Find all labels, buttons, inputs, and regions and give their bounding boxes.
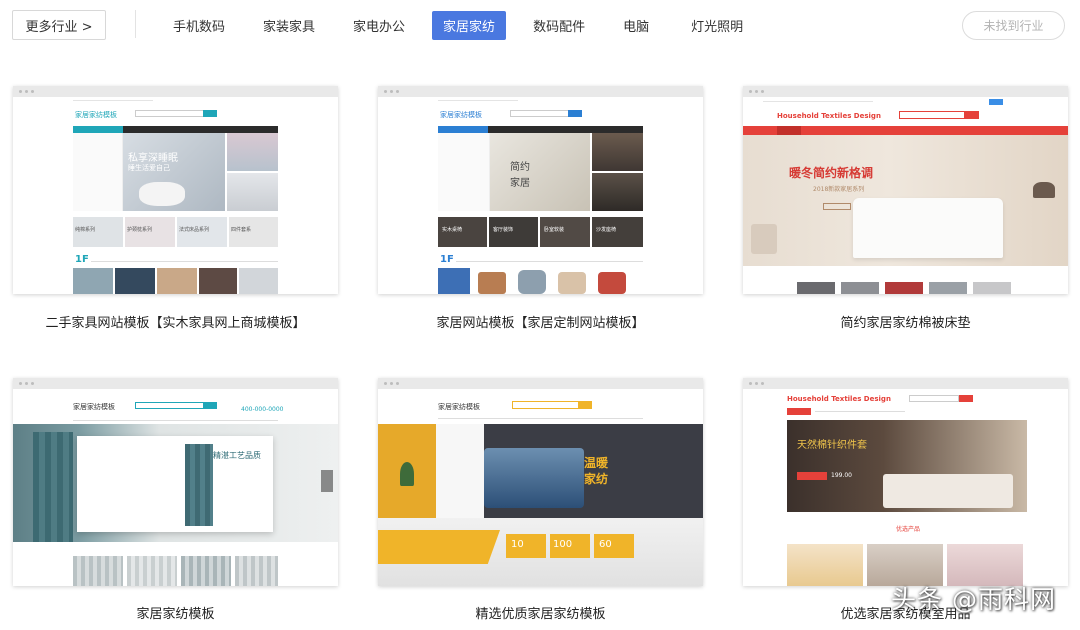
tab-category[interactable]: 数码配件	[522, 11, 596, 40]
mock-floor-label: 1F	[440, 254, 454, 265]
browser-chrome	[13, 86, 338, 97]
mock-tile-label: 沙发座椅	[596, 227, 617, 233]
mock-coupon-value: 10	[511, 539, 524, 550]
mock-search-box	[909, 395, 959, 402]
mock-tile-label: 护颈枕系列	[127, 227, 153, 233]
mock-logo: Household Textiles Design	[777, 112, 881, 120]
template-title[interactable]: 简约家居家纺棉被床垫	[723, 312, 1080, 331]
mock-banner	[490, 133, 590, 211]
watermark-text: 头条 @雨科网	[891, 585, 1056, 614]
mock-coupon-value: 100	[553, 539, 573, 550]
tab-category[interactable]: 手机数码	[162, 11, 236, 40]
template-thumbnail[interactable]: Household Textiles Design 天然棉针织件套 199.00…	[743, 378, 1068, 586]
browser-chrome	[743, 86, 1068, 97]
mock-banner-title: 简约	[510, 162, 530, 173]
mock-coupon-value: 60	[599, 539, 612, 550]
mock-search-box	[512, 401, 582, 409]
mock-side-menu	[73, 133, 123, 211]
mock-banner-title: 私享深睡眠	[128, 153, 178, 164]
browser-chrome	[378, 86, 703, 97]
tab-category[interactable]: 电脑	[612, 11, 660, 40]
template-thumbnail[interactable]: Household Textiles Design 暖冬简约新格调 2018新款…	[743, 86, 1068, 294]
mock-tile-label: 客厅装饰	[493, 227, 514, 233]
tab-category[interactable]: 家电办公	[342, 11, 416, 40]
tab-category[interactable]: 灯光照明	[680, 11, 754, 40]
tab-category-active[interactable]: 家居家纺	[432, 11, 507, 40]
mock-banner-subtitle: 家居	[510, 178, 530, 189]
mock-banner-price: 199.00	[831, 472, 852, 479]
template-thumbnail[interactable]: 家居家纺模板 温暖 家纺 10 100 60	[378, 378, 703, 586]
mock-tile-label: 纯棉系列	[75, 227, 96, 233]
mock-logo: 家居家纺模板	[73, 403, 115, 411]
template-thumbnail[interactable]: 家居家纺模板 简约 家居 实木桌椅 客厅装饰 卧室软装 沙发座椅 1F	[378, 86, 703, 294]
template-thumbnail[interactable]: 家居家纺模板 400-000-0000 精湛工艺品质	[13, 378, 338, 586]
mock-tile-label: 四件套系	[231, 227, 252, 233]
divider	[135, 10, 136, 38]
mock-phone: 400-000-0000	[241, 406, 284, 413]
mock-tile-label: 实木桌椅	[442, 227, 463, 233]
mock-tile-label: 法式床品系列	[179, 227, 210, 233]
mock-floor-label: 1F	[75, 254, 89, 265]
more-industries-label: 更多行业 >	[25, 19, 93, 35]
template-title[interactable]: 二手家具网站模板【实木家具网上商城模板】	[0, 312, 358, 331]
category-tabs: 手机数码 家装家具 家电办公 家居家纺 数码配件 电脑 灯光照明	[162, 11, 770, 40]
template-thumbnail[interactable]: 家居家纺模板 私享深睡眠 睡生活爱自己 纯棉系列 护颈枕系列 法式床品系列 四件…	[13, 86, 338, 294]
browser-chrome	[743, 378, 1068, 389]
mock-search-box	[899, 111, 965, 119]
mock-banner-title: 天然棉针织件套	[797, 440, 867, 451]
mock-logo: 家居家纺模板	[440, 111, 482, 119]
template-title[interactable]: 家居网站模板【家居定制网站模板】	[358, 312, 723, 331]
mock-nav-bar	[787, 408, 811, 415]
more-industries-button[interactable]: 更多行业 >	[12, 10, 106, 40]
tab-category[interactable]: 家装家具	[252, 11, 326, 40]
template-title[interactable]: 精选优质家居家纺模板	[358, 603, 723, 622]
mock-banner-title: 精湛工艺品质	[213, 451, 261, 460]
industry-not-found-button[interactable]: 未找到行业	[962, 11, 1065, 40]
mock-logo: Household Textiles Design	[787, 395, 891, 403]
mock-section-title: 优选产品	[896, 526, 921, 533]
mock-banner-title: 暖冬简约新格调	[789, 166, 874, 180]
mock-logo: 家居家纺模板	[438, 403, 480, 411]
template-title[interactable]: 家居家纺模板	[0, 603, 358, 622]
mock-logo: 家居家纺模板	[75, 111, 117, 119]
mock-banner-subtitle: 睡生活爱自己	[128, 164, 170, 172]
mock-banner-title: 温暖	[584, 456, 609, 470]
mock-banner-subtitle: 2018新款家居系列	[813, 186, 865, 193]
industry-filter-bar: 更多行业 > 手机数码 家装家具 家电办公 家居家纺 数码配件 电脑 灯光照明 …	[0, 0, 1080, 52]
mock-banner-subtitle: 家纺	[584, 472, 609, 486]
browser-chrome	[378, 378, 703, 389]
mock-tile-label: 卧室软装	[544, 227, 565, 233]
browser-chrome	[13, 378, 338, 389]
mock-side-menu	[438, 133, 490, 211]
